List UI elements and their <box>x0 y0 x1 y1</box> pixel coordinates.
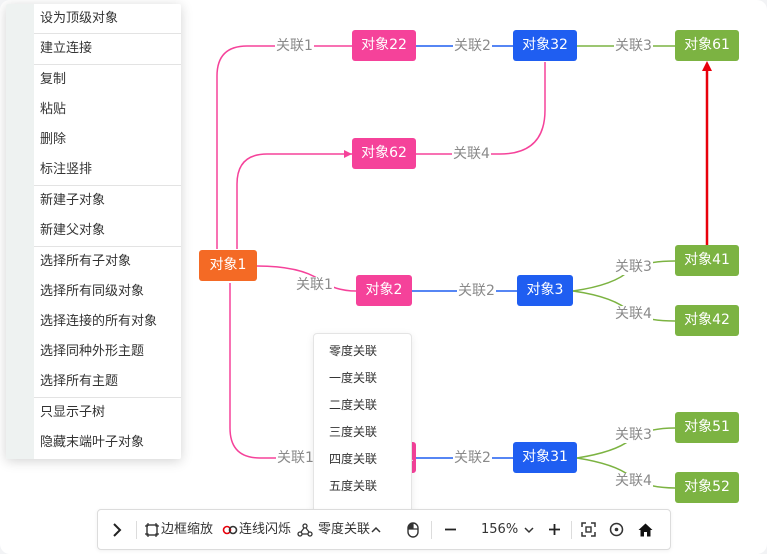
home-button[interactable] <box>638 510 653 549</box>
relation-graph-icon <box>297 522 313 537</box>
menu-item-select-children[interactable]: 选择所有子对象 <box>34 247 181 277</box>
link-flash-button[interactable]: 连线闪烁 <box>222 510 291 549</box>
plus-icon <box>549 524 560 535</box>
zoom-out-button[interactable] <box>444 510 457 549</box>
relation-label: 关联4 <box>614 473 653 489</box>
chevron-right-icon <box>113 522 122 537</box>
menu-item-new-child[interactable]: 新建子对象 <box>34 186 181 216</box>
link-flash-icon <box>222 525 238 534</box>
relation-label: 关联1 <box>275 38 314 54</box>
fit-view-button[interactable] <box>581 510 596 549</box>
link-flash-label: 连线闪烁 <box>239 522 292 537</box>
dropdown-option[interactable]: 一度关联 <box>314 365 411 392</box>
node-obj61[interactable]: 对象61 <box>675 30 739 61</box>
menu-item-paste[interactable]: 粘贴 <box>34 95 181 125</box>
mindmap-canvas[interactable]: 关联1 关联2 关联3 关联4 关联1 关联2 关联3 关联4 关联1 关联2 … <box>0 0 767 554</box>
relation-label: 关联1 <box>276 450 315 466</box>
node-obj32[interactable]: 对象32 <box>513 30 577 61</box>
minus-icon <box>445 528 456 531</box>
menu-item-select-all-topics[interactable]: 选择所有主题 <box>34 367 181 397</box>
dropdown-option[interactable]: 四度关联 <box>314 446 411 473</box>
menu-item-set-top-level[interactable]: 设为顶级对象 <box>34 4 181 34</box>
relation-label: 关联2 <box>453 450 492 466</box>
relation-degree-select[interactable]: 零度关联 <box>297 510 381 549</box>
relation-degree-value: 零度关联 <box>318 522 371 537</box>
relation-label: 关联2 <box>453 38 492 54</box>
node-obj51[interactable]: 对象51 <box>675 412 739 443</box>
bottom-toolbar: 边框缩放 连线闪烁 零度关联 156% <box>97 509 671 550</box>
zoom-in-button[interactable] <box>548 510 561 549</box>
frame-zoom-icon <box>145 522 159 537</box>
zoom-level-select[interactable]: 156% <box>481 510 534 549</box>
relation-label: 关联2 <box>457 283 496 299</box>
menu-item-select-siblings[interactable]: 选择所有同级对象 <box>34 277 181 307</box>
node-obj2[interactable]: 对象2 <box>356 275 412 306</box>
dropdown-option[interactable]: 三度关联 <box>314 419 411 446</box>
center-view-button[interactable] <box>609 510 624 549</box>
menu-item-vertical-label[interactable]: 标注竖排 <box>34 155 181 185</box>
frame-zoom-button[interactable]: 边框缩放 <box>145 510 213 549</box>
node-obj1[interactable]: 对象1 <box>199 250 257 281</box>
menu-item-select-connected[interactable]: 选择连接的所有对象 <box>34 307 181 337</box>
relation-label: 关联4 <box>614 306 653 322</box>
relation-label: 关联1 <box>295 277 334 293</box>
node-obj41[interactable]: 对象41 <box>675 245 739 276</box>
chevron-down-icon <box>524 526 534 533</box>
zoom-level-value: 156% <box>481 522 519 537</box>
fit-view-icon <box>581 522 596 537</box>
dropdown-option[interactable]: 二度关联 <box>314 392 411 419</box>
mouse-icon <box>407 521 419 538</box>
relation-label: 关联3 <box>614 38 653 54</box>
mouse-mode-button[interactable] <box>407 510 419 549</box>
node-obj62[interactable]: 对象62 <box>352 138 416 169</box>
menu-item-copy[interactable]: 复制 <box>34 65 181 95</box>
node-obj31[interactable]: 对象31 <box>513 442 577 473</box>
relation-label: 关联3 <box>614 427 653 443</box>
relation-label: 关联3 <box>614 259 653 275</box>
node-obj3[interactable]: 对象3 <box>517 275 573 306</box>
node-obj42[interactable]: 对象42 <box>675 305 739 336</box>
menu-item-new-parent[interactable]: 新建父对象 <box>34 216 181 246</box>
toolbar-divider <box>136 521 137 539</box>
node-obj22[interactable]: 对象22 <box>352 30 416 61</box>
context-menu-icon-strip <box>6 4 34 459</box>
home-icon <box>638 523 653 536</box>
menu-item-create-connection[interactable]: 建立连接 <box>34 34 181 64</box>
frame-zoom-label: 边框缩放 <box>161 522 214 537</box>
node-obj52[interactable]: 对象52 <box>675 472 739 503</box>
expand-toolbar-button[interactable] <box>110 510 124 549</box>
menu-item-select-same-shape[interactable]: 选择同种外形主题 <box>34 337 181 367</box>
menu-item-hide-leaf-nodes[interactable]: 隐藏末端叶子对象 <box>34 428 181 458</box>
relation-label: 关联4 <box>452 146 491 162</box>
context-menu: 设为顶级对象 建立连接 复制 粘贴 删除 标注竖排 新建子对象 新建父对象 选择… <box>6 4 181 459</box>
dropdown-option[interactable]: 零度关联 <box>314 338 411 365</box>
menu-item-show-subtree-only[interactable]: 只显示子树 <box>34 398 181 428</box>
dropdown-option[interactable]: 五度关联 <box>314 473 411 500</box>
toolbar-divider <box>431 521 432 539</box>
menu-item-delete[interactable]: 删除 <box>34 125 181 155</box>
chevron-up-icon <box>371 526 381 533</box>
toolbar-divider <box>571 521 572 539</box>
target-icon <box>609 522 624 537</box>
relation-degree-dropdown: 零度关联 一度关联 二度关联 三度关联 四度关联 五度关联 <box>313 333 412 516</box>
